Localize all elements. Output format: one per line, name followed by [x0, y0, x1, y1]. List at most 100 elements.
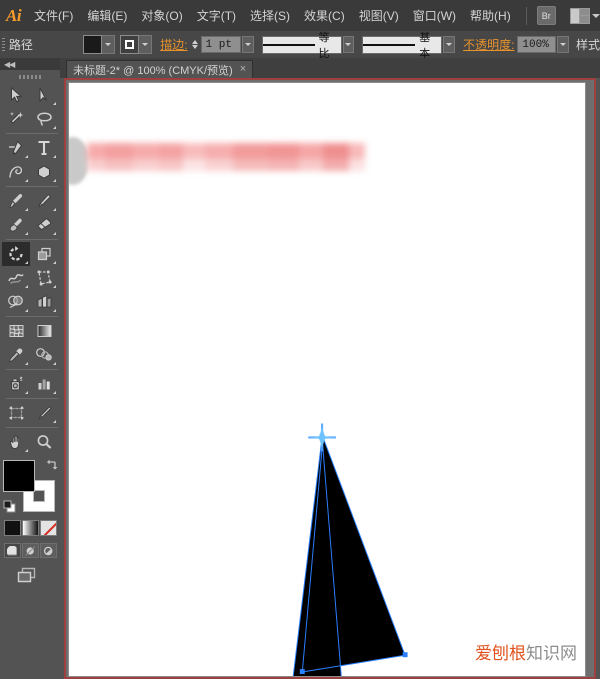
- opacity-label[interactable]: 不透明度:: [463, 36, 514, 53]
- mesh-tool[interactable]: [2, 319, 30, 343]
- shape-builder-tool[interactable]: [2, 290, 30, 314]
- draw-inside-button[interactable]: [40, 543, 57, 558]
- tool-divider: [6, 427, 58, 428]
- type-tool[interactable]: [30, 136, 58, 160]
- blend-tool[interactable]: [30, 343, 58, 367]
- toolbox-drag-handle[interactable]: [0, 70, 60, 83]
- control-bar-grip[interactable]: [0, 31, 7, 58]
- tool-divider: [6, 239, 58, 240]
- line-segment-tool[interactable]: [2, 160, 30, 184]
- zoom-tool[interactable]: [30, 430, 58, 454]
- none-mode-button[interactable]: [40, 520, 57, 536]
- eyedropper-tool[interactable]: [2, 343, 30, 367]
- menu-help[interactable]: 帮助(H): [463, 0, 518, 31]
- fill-stroke-indicator: [3, 460, 59, 512]
- lasso-tool[interactable]: [30, 107, 58, 131]
- double-chevron-left-icon: ◀◀: [4, 60, 14, 69]
- menu-object[interactable]: 对象(O): [134, 0, 189, 31]
- toolbox-collapse-button[interactable]: ◀◀: [0, 58, 60, 70]
- stroke-profile-dropdown[interactable]: [343, 36, 355, 53]
- menu-window[interactable]: 窗口(W): [406, 0, 463, 31]
- color-mode-button[interactable]: [4, 520, 21, 536]
- color-mode-buttons: [4, 520, 60, 536]
- screen-mode-button[interactable]: [0, 566, 54, 584]
- menu-effect[interactable]: 效果(C): [297, 0, 352, 31]
- artboard-canvas[interactable]: 爱刨根知识网: [68, 82, 586, 677]
- tool-divider: [6, 398, 58, 399]
- stroke-dropdown[interactable]: [139, 35, 152, 54]
- stroke-weight-input[interactable]: 1 pt: [201, 36, 241, 53]
- chevron-down-icon: [592, 14, 600, 18]
- draw-normal-button[interactable]: [4, 543, 21, 558]
- symbol-sprayer-tool[interactable]: [2, 372, 30, 396]
- width-warp-tool[interactable]: [2, 266, 30, 290]
- draw-behind-button[interactable]: [22, 543, 39, 558]
- anchor-point[interactable]: [403, 652, 408, 657]
- rectangle-tool[interactable]: [30, 160, 58, 184]
- default-fill-stroke-icon[interactable]: [3, 500, 17, 514]
- stroke-weight-label[interactable]: 描边:: [160, 36, 187, 53]
- hand-tool[interactable]: [2, 430, 30, 454]
- rotate-origin-crosshair[interactable]: [308, 424, 336, 452]
- document-tab[interactable]: 未标题-2* @ 100% (CMYK/预览) ×: [66, 60, 253, 78]
- watermark-plain-text: 知识网: [526, 644, 577, 664]
- workspace-switcher-icon: [570, 8, 590, 24]
- menu-divider: [526, 7, 527, 25]
- pencil-tool[interactable]: [30, 189, 58, 213]
- scale-tool[interactable]: [30, 242, 58, 266]
- magic-wand-tool[interactable]: [2, 107, 30, 131]
- blob-brush-tool[interactable]: [2, 213, 30, 237]
- fill-control[interactable]: [83, 35, 115, 54]
- control-bar: 路径 描边: 1 pt 等比 基本 不透明度: 100% 样式: [0, 31, 600, 59]
- rotate-tool[interactable]: [2, 242, 30, 266]
- stroke-weight-dropdown[interactable]: [242, 36, 254, 53]
- fill-dropdown[interactable]: [102, 35, 115, 54]
- perspective-grid-tool[interactable]: [30, 290, 58, 314]
- toolbox-fill-swatch[interactable]: [3, 460, 35, 492]
- document-frame: 爱刨根知识网: [64, 78, 596, 679]
- stroke-profile-select[interactable]: 等比: [262, 36, 342, 54]
- tool-divider: [6, 133, 58, 134]
- stroke-profile-label: 等比: [319, 29, 341, 61]
- illustrator-window: Ai 文件(F) 编辑(E) 对象(O) 文字(T) 选择(S) 效果(C) 视…: [0, 0, 600, 679]
- swap-fill-stroke-icon[interactable]: [46, 458, 59, 471]
- menu-file[interactable]: 文件(F): [27, 0, 80, 31]
- brush-dropdown[interactable]: [443, 36, 455, 53]
- gradient-mode-button[interactable]: [22, 520, 39, 536]
- brush-definition-select[interactable]: 基本: [362, 36, 442, 54]
- workspace-switcher[interactable]: [570, 8, 600, 24]
- selection-tool[interactable]: [2, 83, 30, 107]
- app-logo: Ai: [0, 0, 27, 31]
- style-label[interactable]: 样式: [576, 36, 600, 53]
- free-transform-tool[interactable]: [30, 266, 58, 290]
- document-area: 未标题-2* @ 100% (CMYK/预览) ×: [60, 58, 600, 679]
- menu-view[interactable]: 视图(V): [352, 0, 406, 31]
- gradient-tool[interactable]: [30, 319, 58, 343]
- paintbrush-tool[interactable]: [2, 189, 30, 213]
- column-graph-tool[interactable]: [30, 372, 58, 396]
- opacity-dropdown[interactable]: [557, 36, 569, 53]
- artboard-tool[interactable]: [2, 401, 30, 425]
- anchor-point[interactable]: [300, 669, 305, 674]
- profile-preview-icon: [263, 44, 315, 46]
- artwork-layer: [69, 83, 585, 676]
- menu-select[interactable]: 选择(S): [243, 0, 297, 31]
- stroke-control[interactable]: [120, 35, 152, 54]
- bridge-button[interactable]: Br: [537, 6, 557, 25]
- fill-swatch[interactable]: [83, 35, 102, 54]
- stroke-weight-stepper[interactable]: [192, 40, 198, 49]
- opacity-input[interactable]: 100%: [517, 36, 556, 53]
- tool-divider: [6, 186, 58, 187]
- stroke-swatch[interactable]: [120, 35, 139, 54]
- document-tab-strip: 未标题-2* @ 100% (CMYK/预览) ×: [60, 58, 600, 78]
- pen-tool[interactable]: [2, 136, 30, 160]
- tool-divider: [6, 369, 58, 370]
- eraser-tool[interactable]: [30, 213, 58, 237]
- menu-edit[interactable]: 编辑(E): [80, 0, 134, 31]
- menu-type[interactable]: 文字(T): [190, 0, 243, 31]
- close-icon[interactable]: ×: [240, 64, 246, 75]
- menu-bar: Ai 文件(F) 编辑(E) 对象(O) 文字(T) 选择(S) 效果(C) 视…: [0, 0, 600, 32]
- slice-tool[interactable]: [30, 401, 58, 425]
- toolbox-panel: ◀◀: [0, 58, 60, 679]
- direct-selection-tool[interactable]: [30, 83, 58, 107]
